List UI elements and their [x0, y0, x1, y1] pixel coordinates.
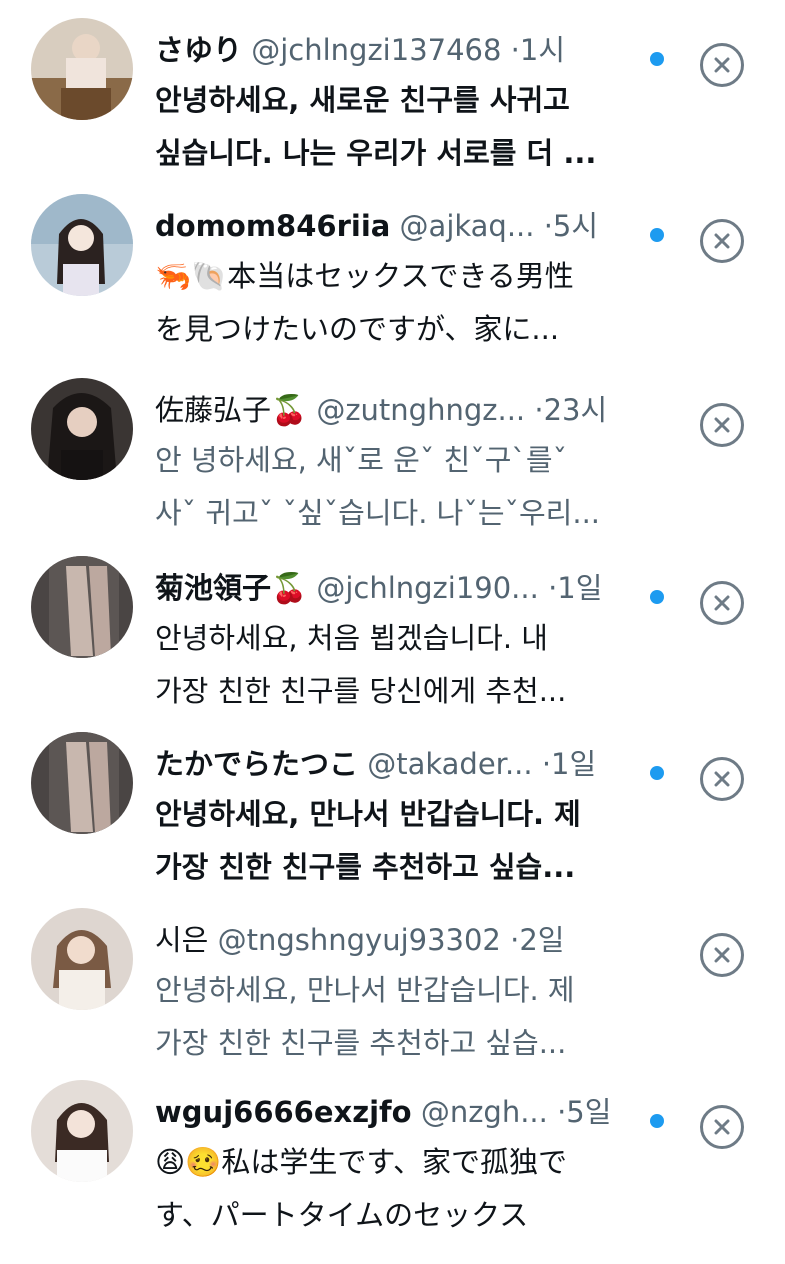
close-icon	[714, 57, 730, 73]
timestamp: ·1시	[510, 33, 566, 67]
timestamp: ·1일	[548, 571, 603, 605]
preview-line: 가장 친한 친구를 당신에게 추천...	[155, 674, 567, 708]
dismiss-button[interactable]	[700, 1105, 744, 1149]
sender-name: たかでらたつこ	[155, 747, 359, 781]
timestamp: ·23시	[534, 393, 608, 427]
avatar[interactable]	[31, 194, 133, 296]
unread-dot	[650, 228, 664, 242]
sender-handle: @takader...	[367, 747, 533, 781]
timestamp: ·5일	[557, 1095, 612, 1129]
close-icon	[714, 233, 730, 249]
sender-handle: @zutnghngz...	[316, 393, 526, 427]
message-row[interactable]: たかでらたつこ @takader... ·1일 안녕하세요, 만나서 반갑습니다…	[0, 732, 785, 916]
message-row[interactable]: wguj6666exzjfo @nzgh... ·5일 😩🥴私は学生です、家で孤…	[0, 1080, 785, 1264]
dismiss-button[interactable]	[700, 43, 744, 87]
avatar[interactable]	[31, 1080, 133, 1182]
message-row[interactable]: domom846riia @ajkaq... ·5시 🦐🐚本当はセックスできる男…	[0, 194, 785, 378]
preview-line: 싶습니다. 나는 우리가 서로를 더 ...	[155, 136, 597, 170]
message-preview: 안녕하세요, 처음 뵙겠습니다. 내 가장 친한 친구를 당신에게 추천...	[155, 612, 635, 718]
close-icon	[714, 417, 730, 433]
preview-line: 안녕하세요, 새로운 친구를 사귀고	[155, 83, 570, 117]
sender-handle: @jchlngzi137468	[251, 33, 502, 67]
close-icon	[714, 595, 730, 611]
message-row[interactable]: 시은 @tngshngyuj93302 ·2일 안녕하세요, 만나서 반갑습니다…	[0, 908, 785, 1092]
preview-line: 안녕하세요, 만나서 반갑습니다. 제	[155, 973, 575, 1007]
dismiss-button[interactable]	[700, 581, 744, 625]
unread-dot	[650, 590, 664, 604]
unread-dot	[650, 1114, 664, 1128]
message-preview: 안녕하세요, 만나서 반갑습니다. 제 가장 친한 친구를 추천하고 싶습...	[155, 964, 635, 1070]
avatar[interactable]	[31, 556, 133, 658]
avatar[interactable]	[31, 378, 133, 480]
close-icon	[714, 771, 730, 787]
dismiss-button[interactable]	[700, 757, 744, 801]
preview-line: 안녕하세요, 처음 뵙겠습니다. 내	[155, 621, 548, 655]
sender-name: domom846riia	[155, 209, 391, 243]
sender-handle: @tngshngyuj93302	[217, 923, 501, 957]
preview-line: す、パートタイムのセックス	[155, 1198, 529, 1232]
unread-dot	[650, 766, 664, 780]
message-preview: 안녕하세요, 만나서 반갑습니다. 제 가장 친한 친구를 추천하고 싶습...	[155, 788, 635, 894]
preview-line: 안녕하세요, 만나서 반갑습니다. 제	[155, 797, 581, 831]
message-row[interactable]: さゆり @jchlngzi137468 ·1시 안녕하세요, 새로운 친구를 사…	[0, 18, 785, 202]
avatar[interactable]	[31, 908, 133, 1010]
preview-line: 😩🥴私は学生です、家で孤独で	[155, 1145, 568, 1179]
sender-handle: @ajkaq...	[399, 209, 535, 243]
avatar[interactable]	[31, 732, 133, 834]
preview-line: 사ˇ 귀고ˇ ˇ싶ˇ습니다. 나ˇ는ˇ우리...	[155, 496, 601, 530]
preview-line: 가장 친한 친구를 추천하고 싶습...	[155, 1026, 567, 1060]
timestamp: ·2일	[510, 923, 565, 957]
sender-handle: @jchlngzi190...	[316, 571, 539, 605]
timestamp: ·5시	[543, 209, 599, 243]
preview-line: を見つけたいのですが、家に...	[155, 312, 560, 346]
sender-name: wguj6666exzjfo	[155, 1095, 412, 1129]
message-preview: 🦐🐚本当はセックスできる男性 を見つけたいのですが、家に...	[155, 250, 635, 356]
preview-line: 가장 친한 친구를 추천하고 싶습...	[155, 850, 576, 884]
dismiss-button[interactable]	[700, 933, 744, 977]
sender-handle: @nzgh...	[420, 1095, 548, 1129]
message-preview: 안 녕하세요, 새ˇ로 운ˇ 친ˇ구ˋ를ˇ 사ˇ 귀고ˇ ˇ싶ˇ습니다. 나ˇ는…	[155, 434, 635, 540]
preview-line: 🦐🐚本当はセックスできる男性	[155, 259, 574, 293]
message-preview: 😩🥴私は学生です、家で孤独で す、パートタイムのセックス	[155, 1136, 635, 1242]
message-row[interactable]: 菊池領子🍒 @jchlngzi190... ·1일 안녕하세요, 처음 뵙겠습니…	[0, 556, 785, 740]
close-icon	[714, 1119, 730, 1135]
sender-name: さゆり	[155, 33, 243, 67]
timestamp: ·1일	[541, 747, 597, 781]
sender-name: 佐藤弘子🍒	[155, 393, 308, 427]
message-preview: 안녕하세요, 새로운 친구를 사귀고 싶습니다. 나는 우리가 서로를 더 ..…	[155, 74, 635, 180]
sender-name: 시은	[155, 923, 209, 957]
sender-name: 菊池領子🍒	[155, 571, 308, 605]
avatar[interactable]	[31, 18, 133, 120]
dismiss-button[interactable]	[700, 219, 744, 263]
dismiss-button[interactable]	[700, 403, 744, 447]
unread-dot	[650, 52, 664, 66]
message-row[interactable]: 佐藤弘子🍒 @zutnghngz... ·23시 안 녕하세요, 새ˇ로 운ˇ …	[0, 378, 785, 562]
close-icon	[714, 947, 730, 963]
preview-line: 안 녕하세요, 새ˇ로 운ˇ 친ˇ구ˋ를ˇ	[155, 443, 568, 477]
